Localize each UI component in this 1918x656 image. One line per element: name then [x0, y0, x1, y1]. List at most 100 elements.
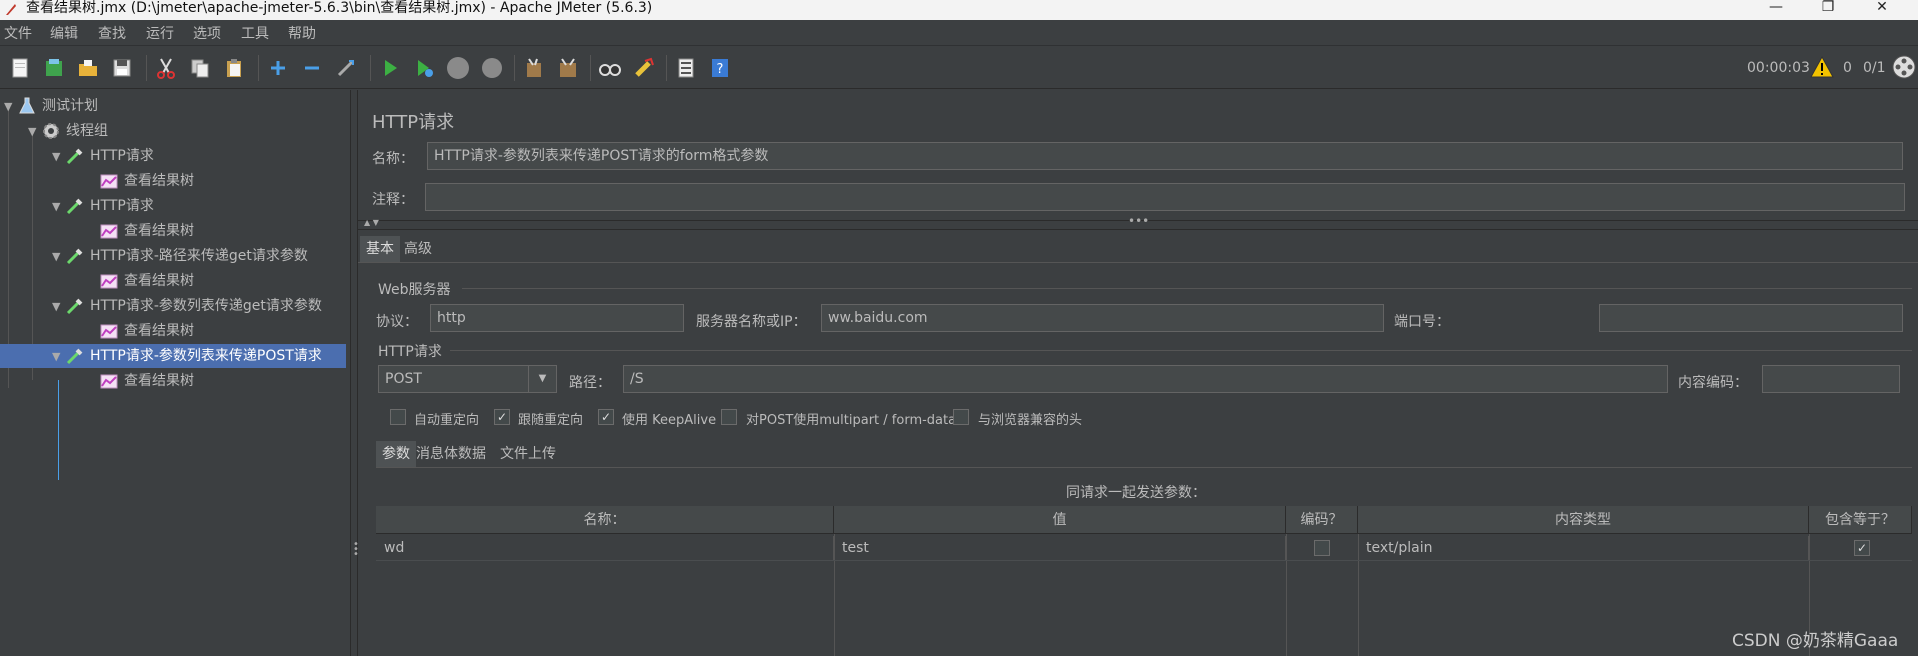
- tab-basic[interactable]: 基本: [360, 236, 400, 262]
- cut-icon[interactable]: [152, 54, 180, 82]
- tab-parameters[interactable]: 参数: [376, 441, 416, 467]
- browser-headers-checkbox[interactable]: [953, 409, 969, 425]
- function-helper-icon[interactable]: [672, 54, 700, 82]
- minimize-button[interactable]: —: [1756, 0, 1796, 20]
- tab-body-data[interactable]: 消息体数据: [412, 441, 490, 467]
- stop-icon[interactable]: [444, 54, 472, 82]
- keepalive-checkbox[interactable]: ✓: [598, 409, 614, 425]
- toggle-icon[interactable]: [332, 54, 360, 82]
- pipette-icon: [66, 198, 83, 215]
- protocol-input[interactable]: http: [430, 304, 684, 332]
- start-no-pauses-icon[interactable]: [410, 54, 438, 82]
- param-name-cell[interactable]: wd: [376, 536, 834, 560]
- vertical-splitter[interactable]: • • •: [351, 90, 359, 656]
- remote-engine-icon[interactable]: [1892, 55, 1916, 83]
- port-input[interactable]: [1599, 304, 1903, 332]
- tree-node-view-results-tree[interactable]: 查看结果树: [100, 369, 350, 393]
- server-input[interactable]: ww.baidu.com: [821, 304, 1384, 332]
- new-icon[interactable]: [6, 54, 34, 82]
- name-input[interactable]: HTTP请求-参数列表来传递POST请求的form格式参数: [427, 142, 1903, 170]
- param-value-cell[interactable]: test: [834, 536, 1286, 560]
- auto-redirect-checkbox[interactable]: [390, 409, 406, 425]
- menu-options[interactable]: 选项: [193, 23, 221, 43]
- tree-node-http-request-params-post[interactable]: ▼ HTTP请求-参数列表来传递POST请求: [0, 344, 346, 368]
- column-header-name[interactable]: 名称：: [376, 506, 834, 534]
- horizontal-splitter[interactable]: ▲ ▼ •••: [358, 214, 1918, 230]
- templates-icon[interactable]: [40, 54, 68, 82]
- browser-headers-label: 与浏览器兼容的头: [978, 413, 1083, 428]
- save-icon[interactable]: [108, 54, 136, 82]
- tree-node-http-request-params-get[interactable]: ▼ HTTP请求-参数列表传递get请求参数: [52, 294, 350, 318]
- param-content-type-cell[interactable]: text/plain: [1358, 536, 1809, 560]
- collapse-all-icon[interactable]: [298, 54, 326, 82]
- menu-edit[interactable]: 编辑: [50, 23, 78, 43]
- open-icon[interactable]: [74, 54, 102, 82]
- param-include-equals-checkbox[interactable]: ✓: [1854, 540, 1870, 556]
- tree-node-http-request-path[interactable]: ▼ HTTP请求-路径来传递get请求参数: [52, 244, 350, 268]
- shutdown-icon[interactable]: [478, 54, 506, 82]
- port-label: 端口号：: [1394, 314, 1450, 330]
- auto-redirect-label: 自动重定向: [414, 413, 480, 428]
- watermark: CSDN @奶茶精Gaaa: [1732, 631, 1899, 651]
- method-select[interactable]: POST ▼: [378, 365, 557, 393]
- menu-search[interactable]: 查找: [98, 23, 126, 43]
- start-icon[interactable]: [376, 54, 404, 82]
- chevron-down-icon[interactable]: ▼: [52, 295, 66, 318]
- path-input[interactable]: /S: [623, 365, 1668, 393]
- help-icon[interactable]: ?: [706, 54, 734, 82]
- window-title: 查看结果树.jmx (D:\jmeter\apache-jmeter-5.6.3…: [26, 0, 653, 16]
- reset-search-icon[interactable]: [630, 54, 658, 82]
- chevron-down-icon[interactable]: ▼: [28, 120, 42, 144]
- column-header-include-equals[interactable]: 包含等于？: [1809, 506, 1912, 534]
- comment-input[interactable]: [425, 183, 1905, 211]
- tree-node-http-request[interactable]: ▼ HTTP请求: [52, 144, 350, 168]
- tree-node-view-results-tree[interactable]: 查看结果树: [100, 219, 350, 243]
- column-header-value[interactable]: 值: [834, 506, 1286, 534]
- chevron-down-icon[interactable]: ▼: [52, 195, 66, 219]
- pipette-icon: [66, 148, 83, 165]
- menu-tools[interactable]: 工具: [241, 23, 269, 43]
- tree-node-view-results-tree[interactable]: 查看结果树: [100, 319, 350, 343]
- chevron-down-icon[interactable]: ▼: [528, 366, 556, 392]
- split-arrows-icon[interactable]: ▲ ▼: [364, 218, 379, 227]
- test-plan-tree: ▼ 测试计划 ▼ 线程组 ▼ HTTP请求 查看结果树 ▼ HTTP请求 查看结果树 ▼…: [0, 90, 351, 656]
- params-caption: 同请求一起发送参数：: [1066, 485, 1206, 501]
- expand-all-icon[interactable]: [264, 54, 292, 82]
- tree-node-view-results-tree[interactable]: 查看结果树: [100, 269, 350, 293]
- encoding-input[interactable]: [1762, 365, 1900, 393]
- chevron-down-icon[interactable]: ▼: [52, 345, 66, 368]
- copy-icon[interactable]: [186, 54, 214, 82]
- grip-icon[interactable]: •••: [1128, 214, 1149, 228]
- encoding-label: 内容编码：: [1678, 375, 1748, 391]
- menu-run[interactable]: 运行: [146, 23, 174, 43]
- maximize-button[interactable]: ❐: [1808, 0, 1848, 20]
- tree-node-http-request[interactable]: ▼ HTTP请求: [52, 194, 350, 218]
- multipart-checkbox[interactable]: [721, 409, 737, 425]
- chevron-down-icon[interactable]: ▼: [52, 245, 66, 269]
- menu-file[interactable]: 文件: [4, 23, 32, 43]
- comment-label: 注释：: [372, 192, 414, 208]
- protocol-label: 协议：: [376, 314, 418, 330]
- tree-node-view-results-tree[interactable]: 查看结果树: [100, 169, 350, 193]
- tree-node-test-plan[interactable]: ▼ 测试计划: [4, 94, 350, 118]
- warning-icon[interactable]: [1810, 55, 1834, 83]
- column-header-content-type[interactable]: 内容类型: [1358, 506, 1809, 534]
- column-header-encode[interactable]: 编码？: [1286, 506, 1358, 534]
- search-icon[interactable]: [596, 54, 624, 82]
- tab-advanced[interactable]: 高级: [400, 236, 436, 262]
- chevron-down-icon[interactable]: ▼: [52, 145, 66, 169]
- menu-help[interactable]: 帮助: [288, 23, 316, 43]
- clear-icon[interactable]: [520, 54, 548, 82]
- multipart-label: 对POST使用multipart / form-data: [746, 413, 957, 428]
- clear-all-icon[interactable]: [554, 54, 582, 82]
- tree-node-thread-group[interactable]: ▼ 线程组: [28, 119, 350, 143]
- close-window-button[interactable]: ✕: [1862, 0, 1902, 20]
- paste-icon[interactable]: [220, 54, 248, 82]
- tab-file-upload[interactable]: 文件上传: [496, 441, 560, 467]
- path-label: 路径：: [569, 375, 611, 391]
- follow-redirect-checkbox[interactable]: ✓: [494, 409, 510, 425]
- menu-bar: 文件 编辑 查找 运行 选项 工具 帮助: [0, 20, 1918, 46]
- chart-listener-icon: [100, 224, 118, 239]
- chevron-down-icon[interactable]: ▼: [4, 95, 18, 119]
- param-encode-checkbox[interactable]: [1314, 540, 1330, 556]
